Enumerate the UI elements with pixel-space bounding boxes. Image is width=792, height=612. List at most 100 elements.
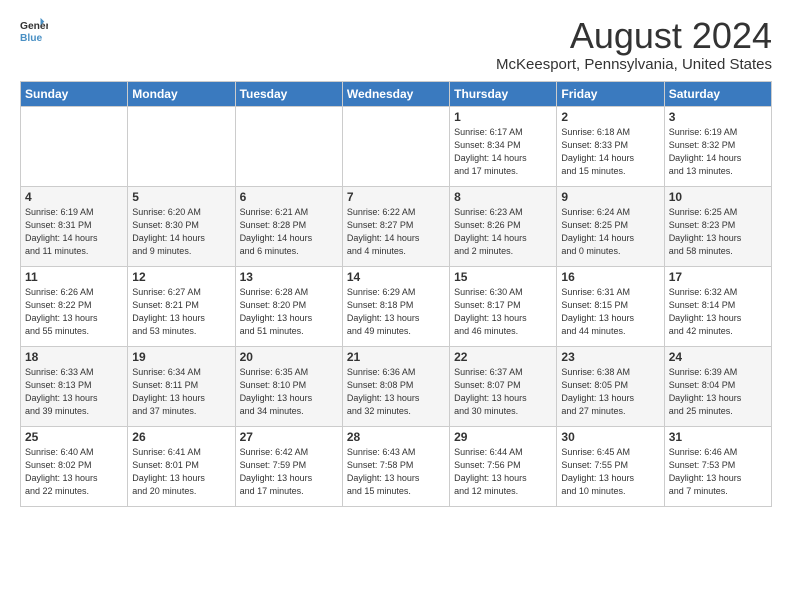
day-number: 28 <box>347 430 445 444</box>
day-number: 14 <box>347 270 445 284</box>
day-number: 20 <box>240 350 338 364</box>
day-info: Sunrise: 6:28 AMSunset: 8:20 PMDaylight:… <box>240 286 338 338</box>
logo-icon: General Blue <box>20 16 48 44</box>
calendar-cell: 9 Sunrise: 6:24 AMSunset: 8:25 PMDaylight… <box>557 186 664 266</box>
calendar-cell <box>128 106 235 186</box>
day-number: 24 <box>669 350 767 364</box>
day-info: Sunrise: 6:19 AMSunset: 8:31 PMDaylight:… <box>25 206 123 258</box>
day-number: 5 <box>132 190 230 204</box>
calendar-table: SundayMondayTuesdayWednesdayThursdayFrid… <box>20 81 772 507</box>
day-number: 29 <box>454 430 552 444</box>
calendar-cell: 3 Sunrise: 6:19 AMSunset: 8:32 PMDaylight… <box>664 106 771 186</box>
day-info: Sunrise: 6:32 AMSunset: 8:14 PMDaylight:… <box>669 286 767 338</box>
day-number: 9 <box>561 190 659 204</box>
calendar-cell: 21Sunrise: 6:36 AMSunset: 8:08 PMDayligh… <box>342 346 449 426</box>
calendar-cell: 31Sunrise: 6:46 AMSunset: 7:53 PMDayligh… <box>664 426 771 506</box>
calendar-cell <box>235 106 342 186</box>
day-info: Sunrise: 6:40 AMSunset: 8:02 PMDaylight:… <box>25 446 123 498</box>
calendar-cell: 19Sunrise: 6:34 AMSunset: 8:11 PMDayligh… <box>128 346 235 426</box>
day-info: Sunrise: 6:33 AMSunset: 8:13 PMDaylight:… <box>25 366 123 418</box>
day-info: Sunrise: 6:35 AMSunset: 8:10 PMDaylight:… <box>240 366 338 418</box>
day-info: Sunrise: 6:39 AMSunset: 8:04 PMDaylight:… <box>669 366 767 418</box>
calendar-title: August 2024 <box>496 16 772 56</box>
day-number: 12 <box>132 270 230 284</box>
calendar-cell: 2 Sunrise: 6:18 AMSunset: 8:33 PMDaylight… <box>557 106 664 186</box>
day-number: 7 <box>347 190 445 204</box>
day-info: Sunrise: 6:45 AMSunset: 7:55 PMDaylight:… <box>561 446 659 498</box>
day-number: 1 <box>454 110 552 124</box>
day-info: Sunrise: 6:17 AMSunset: 8:34 PMDaylight:… <box>454 126 552 178</box>
page-header: General Blue August 2024 McKeesport, Pen… <box>20 16 772 73</box>
calendar-cell <box>21 106 128 186</box>
calendar-cell: 28 Sunrise: 6:43 AMSunset: 7:58 PMDayligh… <box>342 426 449 506</box>
calendar-cell: 30Sunrise: 6:45 AMSunset: 7:55 PMDayligh… <box>557 426 664 506</box>
week-row-4: 18 Sunrise: 6:33 AMSunset: 8:13 PMDayligh… <box>21 346 772 426</box>
calendar-cell: 5 Sunrise: 6:20 AMSunset: 8:30 PMDaylight… <box>128 186 235 266</box>
calendar-cell: 25 Sunrise: 6:40 AMSunset: 8:02 PMDayligh… <box>21 426 128 506</box>
day-info: Sunrise: 6:23 AMSunset: 8:26 PMDaylight:… <box>454 206 552 258</box>
svg-text:General: General <box>20 21 48 32</box>
day-info: Sunrise: 6:42 AMSunset: 7:59 PMDaylight:… <box>240 446 338 498</box>
day-number: 8 <box>454 190 552 204</box>
day-info: Sunrise: 6:21 AMSunset: 8:28 PMDaylight:… <box>240 206 338 258</box>
day-number: 2 <box>561 110 659 124</box>
day-info: Sunrise: 6:31 AMSunset: 8:15 PMDaylight:… <box>561 286 659 338</box>
calendar-cell: 14 Sunrise: 6:29 AMSunset: 8:18 PMDayligh… <box>342 266 449 346</box>
week-row-2: 4 Sunrise: 6:19 AMSunset: 8:31 PMDaylight… <box>21 186 772 266</box>
calendar-subtitle: McKeesport, Pennsylvania, United States <box>496 56 772 73</box>
day-info: Sunrise: 6:43 AMSunset: 7:58 PMDaylight:… <box>347 446 445 498</box>
calendar-cell: 17 Sunrise: 6:32 AMSunset: 8:14 PMDayligh… <box>664 266 771 346</box>
day-number: 4 <box>25 190 123 204</box>
day-info: Sunrise: 6:38 AMSunset: 8:05 PMDaylight:… <box>561 366 659 418</box>
day-info: Sunrise: 6:34 AMSunset: 8:11 PMDaylight:… <box>132 366 230 418</box>
calendar-cell: 15Sunrise: 6:30 AMSunset: 8:17 PMDayligh… <box>450 266 557 346</box>
calendar-cell: 8 Sunrise: 6:23 AMSunset: 8:26 PMDaylight… <box>450 186 557 266</box>
day-number: 13 <box>240 270 338 284</box>
calendar-cell: 26 Sunrise: 6:41 AMSunset: 8:01 PMDayligh… <box>128 426 235 506</box>
header-monday: Monday <box>128 81 235 106</box>
header-wednesday: Wednesday <box>342 81 449 106</box>
day-info: Sunrise: 6:20 AMSunset: 8:30 PMDaylight:… <box>132 206 230 258</box>
calendar-cell: 11Sunrise: 6:26 AMSunset: 8:22 PMDayligh… <box>21 266 128 346</box>
calendar-cell: 12 Sunrise: 6:27 AMSunset: 8:21 PMDayligh… <box>128 266 235 346</box>
day-info: Sunrise: 6:29 AMSunset: 8:18 PMDaylight:… <box>347 286 445 338</box>
day-number: 25 <box>25 430 123 444</box>
day-number: 3 <box>669 110 767 124</box>
calendar-cell: 6 Sunrise: 6:21 AMSunset: 8:28 PMDaylight… <box>235 186 342 266</box>
calendar-cell: 29Sunrise: 6:44 AMSunset: 7:56 PMDayligh… <box>450 426 557 506</box>
day-number: 10 <box>669 190 767 204</box>
calendar-cell: 16Sunrise: 6:31 AMSunset: 8:15 PMDayligh… <box>557 266 664 346</box>
day-number: 23 <box>561 350 659 364</box>
day-info: Sunrise: 6:18 AMSunset: 8:33 PMDaylight:… <box>561 126 659 178</box>
header-thursday: Thursday <box>450 81 557 106</box>
day-info: Sunrise: 6:25 AMSunset: 8:23 PMDaylight:… <box>669 206 767 258</box>
week-row-3: 11Sunrise: 6:26 AMSunset: 8:22 PMDayligh… <box>21 266 772 346</box>
header-sunday: Sunday <box>21 81 128 106</box>
day-number: 17 <box>669 270 767 284</box>
header-tuesday: Tuesday <box>235 81 342 106</box>
day-number: 27 <box>240 430 338 444</box>
calendar-cell: 20 Sunrise: 6:35 AMSunset: 8:10 PMDayligh… <box>235 346 342 426</box>
calendar-cell: 1 Sunrise: 6:17 AMSunset: 8:34 PMDaylight… <box>450 106 557 186</box>
calendar-cell: 22 Sunrise: 6:37 AMSunset: 8:07 PMDayligh… <box>450 346 557 426</box>
calendar-cell: 18 Sunrise: 6:33 AMSunset: 8:13 PMDayligh… <box>21 346 128 426</box>
week-row-1: 1 Sunrise: 6:17 AMSunset: 8:34 PMDaylight… <box>21 106 772 186</box>
header-saturday: Saturday <box>664 81 771 106</box>
day-number: 18 <box>25 350 123 364</box>
calendar-cell: 24 Sunrise: 6:39 AMSunset: 8:04 PMDayligh… <box>664 346 771 426</box>
day-info: Sunrise: 6:19 AMSunset: 8:32 PMDaylight:… <box>669 126 767 178</box>
calendar-cell: 27 Sunrise: 6:42 AMSunset: 7:59 PMDayligh… <box>235 426 342 506</box>
day-number: 15 <box>454 270 552 284</box>
day-info: Sunrise: 6:22 AMSunset: 8:27 PMDaylight:… <box>347 206 445 258</box>
day-number: 6 <box>240 190 338 204</box>
day-number: 11 <box>25 270 123 284</box>
day-info: Sunrise: 6:37 AMSunset: 8:07 PMDaylight:… <box>454 366 552 418</box>
calendar-cell: 13 Sunrise: 6:28 AMSunset: 8:20 PMDayligh… <box>235 266 342 346</box>
day-info: Sunrise: 6:41 AMSunset: 8:01 PMDaylight:… <box>132 446 230 498</box>
day-number: 22 <box>454 350 552 364</box>
calendar-cell <box>342 106 449 186</box>
day-info: Sunrise: 6:46 AMSunset: 7:53 PMDaylight:… <box>669 446 767 498</box>
day-number: 26 <box>132 430 230 444</box>
day-info: Sunrise: 6:24 AMSunset: 8:25 PMDaylight:… <box>561 206 659 258</box>
day-info: Sunrise: 6:27 AMSunset: 8:21 PMDaylight:… <box>132 286 230 338</box>
